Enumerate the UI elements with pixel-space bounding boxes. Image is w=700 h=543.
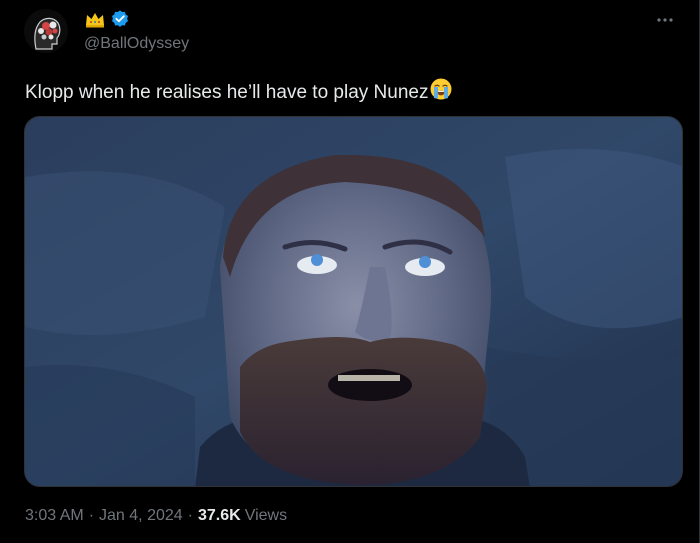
views-label: Views [244, 507, 288, 524]
tweet-time[interactable]: 3:03 AM [25, 507, 84, 525]
views-count[interactable]: 37.6K [198, 507, 241, 525]
brain-head-avatar-icon [24, 9, 68, 53]
photo-image [25, 117, 682, 486]
meta-separator: · [88, 507, 95, 524]
tweet-meta: 3:03 AM · Jan 4, 2024 · 37.6K Views [25, 507, 287, 525]
display-name-row[interactable] [84, 9, 130, 34]
tweet-date[interactable]: Jan 4, 2024 [99, 507, 183, 525]
verified-badge-icon[interactable] [110, 9, 130, 34]
meta-separator: · [187, 507, 193, 524]
tweet-media-image[interactable] [24, 116, 683, 487]
more-options-icon[interactable] [653, 8, 677, 32]
crown-icon [84, 10, 106, 33]
author-handle[interactable]: @BallOdyssey [84, 35, 189, 53]
avatar[interactable] [24, 9, 68, 53]
tweet-body: Klopp when he realises he’ll have to pla… [25, 81, 429, 103]
tweet-text: Klopp when he realises he’ll have to pla… [25, 77, 453, 108]
tweet-container: @BallOdyssey Klopp when he realises he’l… [0, 0, 700, 543]
loudly-crying-face-emoji-icon [429, 77, 453, 108]
